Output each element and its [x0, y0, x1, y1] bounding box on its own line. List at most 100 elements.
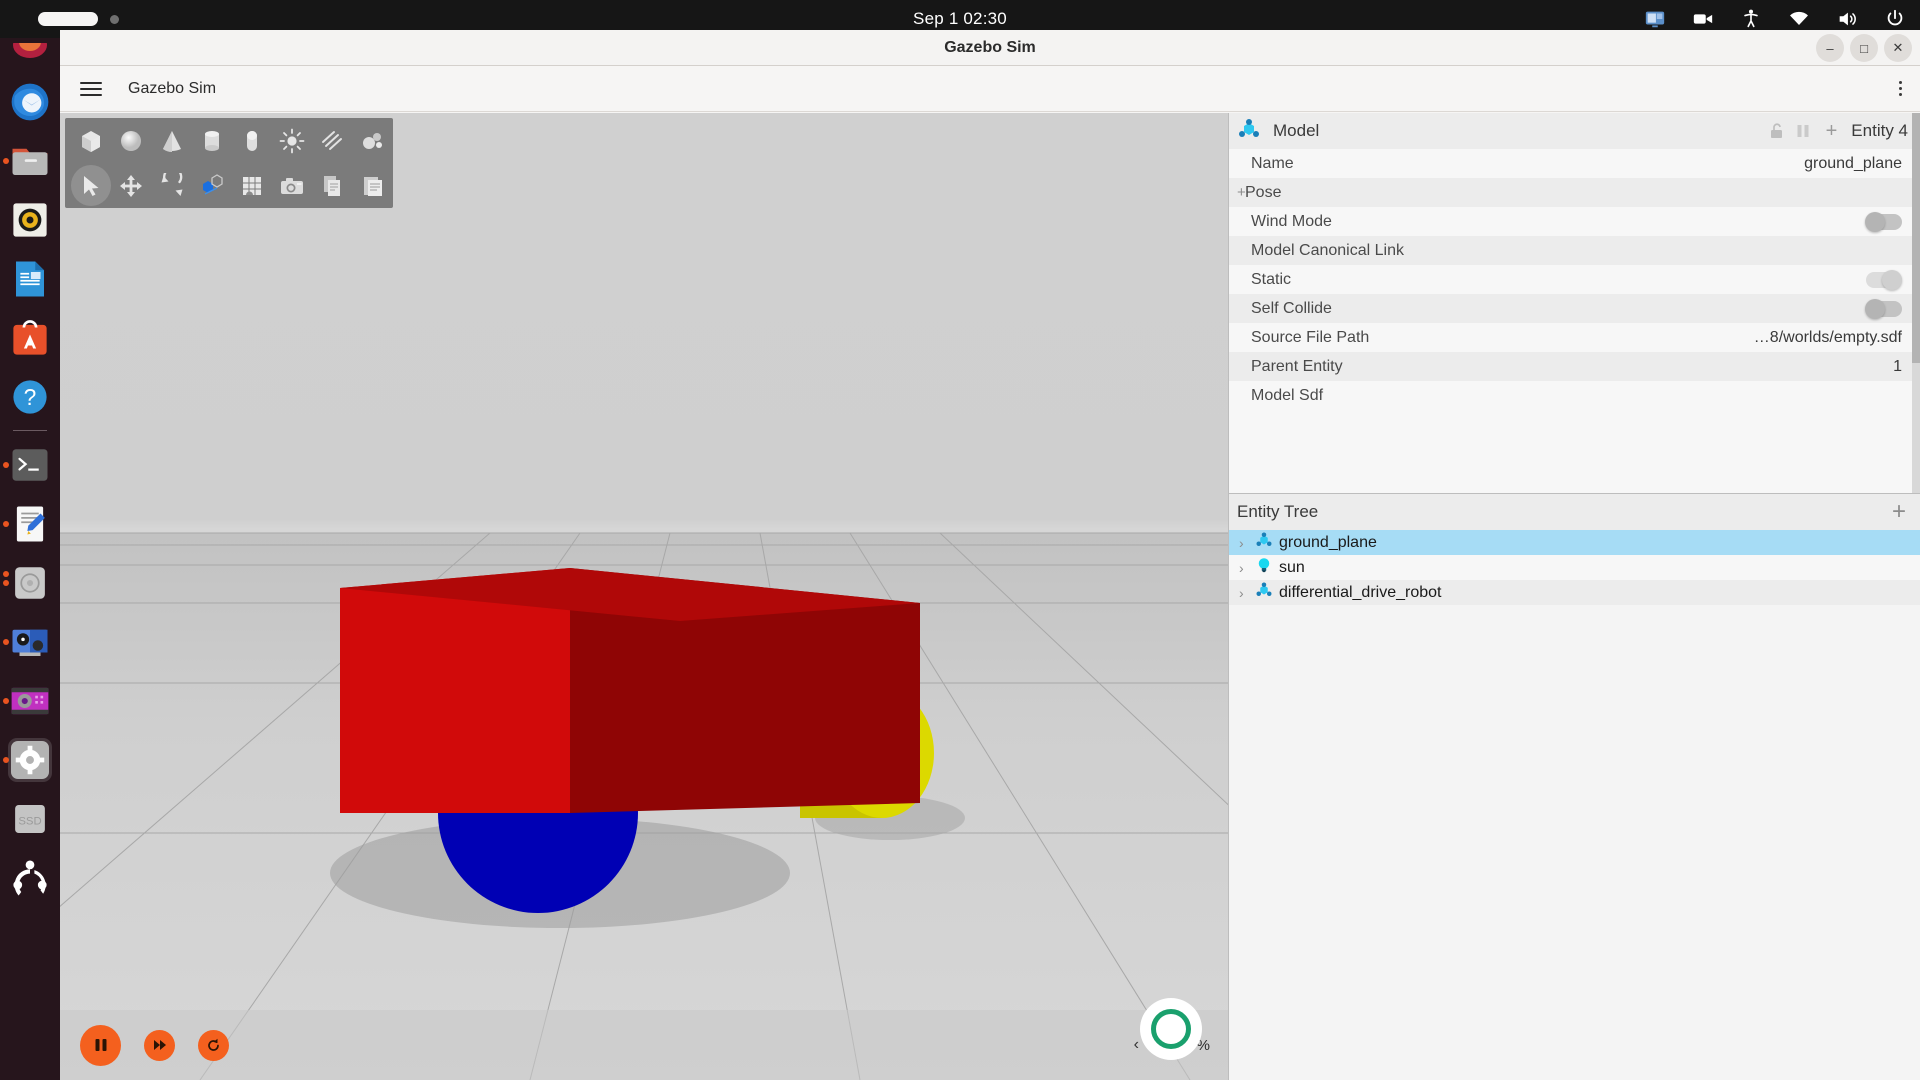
running-indicator: [3, 157, 9, 164]
power-icon[interactable]: [1884, 8, 1906, 30]
entity-tree-title: Entity Tree: [1237, 502, 1319, 521]
grid-icon[interactable]: [232, 165, 272, 206]
thunderbird-icon: [11, 83, 49, 120]
property-row-static[interactable]: Static: [1229, 265, 1920, 294]
entity-tree-item-differential-drive-robot[interactable]: › differential_drive_robot: [1229, 580, 1920, 605]
cylinder-shape-icon[interactable]: [192, 120, 232, 161]
property-row-parent-entity[interactable]: Parent Entity 1: [1229, 352, 1920, 381]
close-button[interactable]: ✕: [1884, 34, 1912, 62]
ubuntu-dock: ? SSD: [0, 38, 60, 1080]
dock-item-terminal[interactable]: [0, 435, 60, 494]
media-player-icon: [12, 629, 48, 656]
add-property-icon[interactable]: +: [1820, 120, 1844, 143]
rotate-icon[interactable]: [152, 165, 192, 206]
property-row-wind-mode[interactable]: Wind Mode: [1229, 207, 1920, 236]
wifi-icon[interactable]: [1788, 8, 1810, 30]
sphere-shape-icon[interactable]: [111, 120, 151, 161]
dock-item-media-player[interactable]: [0, 612, 60, 671]
property-row-model-sdf[interactable]: Model Sdf: [1229, 381, 1920, 410]
expand-icon[interactable]: +: [1229, 184, 1246, 201]
property-label: Wind Mode: [1251, 212, 1332, 230]
hamburger-menu-icon[interactable]: [80, 81, 102, 96]
minimize-button[interactable]: –: [1816, 34, 1844, 62]
render-viewport[interactable]: ‹ 98.32 %: [60, 113, 1228, 1080]
property-label: Self Collide: [1251, 299, 1332, 317]
dock-item-firefox[interactable]: [0, 38, 60, 72]
ellipsoid-icon[interactable]: [313, 120, 353, 161]
maximize-button[interactable]: □: [1850, 34, 1878, 62]
wind-mode-toggle[interactable]: [1865, 211, 1902, 232]
system-clock[interactable]: Sep 1 02:30: [0, 9, 1920, 29]
dock-item-settings[interactable]: [0, 730, 60, 789]
pause-icon[interactable]: [1794, 122, 1812, 140]
window-titlebar[interactable]: Gazebo Sim – □ ✕: [60, 30, 1920, 66]
dock-item-rhythmbox[interactable]: [0, 190, 60, 249]
running-indicator: [3, 697, 9, 704]
camera-icon[interactable]: [1692, 8, 1714, 30]
translate-icon[interactable]: [111, 165, 151, 206]
libreoffice-writer-icon: [16, 261, 44, 296]
model-node-icon: [1237, 117, 1261, 146]
volume-icon[interactable]: [1836, 8, 1858, 30]
box-shape-icon[interactable]: [71, 120, 111, 161]
overflow-menu-icon[interactable]: [1899, 81, 1902, 96]
dock-item-show-applications[interactable]: [0, 848, 60, 907]
screenshot-camera-icon[interactable]: [272, 165, 312, 206]
self-collide-toggle[interactable]: [1865, 298, 1902, 319]
screen-share-icon[interactable]: [1644, 8, 1666, 30]
chevron-right-icon[interactable]: ›: [1239, 535, 1249, 551]
property-label: Model Canonical Link: [1251, 241, 1404, 259]
material-icon[interactable]: [353, 120, 393, 161]
light-bulb-icon[interactable]: [272, 120, 312, 161]
property-label: Model Sdf: [1251, 386, 1324, 404]
static-toggle[interactable]: [1866, 269, 1902, 290]
running-indicator: [3, 520, 9, 527]
entity-tree-item-sun[interactable]: › sun: [1229, 555, 1920, 580]
select-arrow-icon[interactable]: [71, 165, 112, 206]
collapse-status-icon[interactable]: ‹: [1134, 1036, 1139, 1054]
ubuntu-software-icon: [13, 319, 47, 355]
entity-label: sun: [1279, 558, 1305, 576]
paste-icon[interactable]: [353, 165, 393, 206]
dock-item-files[interactable]: [0, 131, 60, 190]
property-label: Pose: [1245, 183, 1282, 201]
dock-item-text-editor[interactable]: [0, 494, 60, 553]
property-row-source-file-path[interactable]: Source File Path …8/worlds/empty.sdf: [1229, 323, 1920, 352]
reset-button[interactable]: [198, 1029, 229, 1061]
accessibility-icon[interactable]: [1740, 8, 1762, 30]
pause-button[interactable]: [80, 1024, 121, 1066]
dock-item-ssd[interactable]: SSD: [0, 789, 60, 848]
entity-tree-item-ground-plane[interactable]: › ground_plane: [1229, 530, 1920, 555]
ubuntu-apps-icon: [13, 860, 47, 895]
cone-shape-icon[interactable]: [152, 120, 192, 161]
model-inspector-title: Model: [1273, 121, 1320, 140]
scale-snap-icon[interactable]: [192, 165, 232, 206]
dock-item-disk-mounter[interactable]: [0, 553, 60, 612]
property-row-name[interactable]: Name ground_plane: [1229, 149, 1920, 178]
property-label: Parent Entity: [1251, 357, 1343, 375]
add-entity-icon[interactable]: +: [1892, 500, 1906, 524]
window-buttons: – □ ✕: [1816, 30, 1912, 66]
scene-grid: [60, 532, 1228, 1080]
step-button[interactable]: [144, 1029, 175, 1061]
property-row-self-collide[interactable]: Self Collide: [1229, 294, 1920, 323]
dock-item-help[interactable]: ?: [0, 367, 60, 426]
dock-item-video-editor[interactable]: [0, 671, 60, 730]
active-app-highlight: [8, 737, 52, 782]
running-indicator: [3, 461, 9, 468]
property-value: …8/worlds/empty.sdf: [1753, 328, 1902, 346]
chevron-right-icon[interactable]: ›: [1239, 585, 1249, 601]
capsule-shape-icon[interactable]: [232, 120, 272, 161]
copy-icon[interactable]: [313, 165, 353, 206]
dock-item-ubuntu-software[interactable]: [0, 308, 60, 367]
chevron-right-icon[interactable]: ›: [1239, 560, 1249, 576]
model-panel-scrollbar[interactable]: [1912, 113, 1920, 493]
property-row-pose[interactable]: + Pose: [1229, 178, 1920, 207]
unlock-icon[interactable]: [1768, 122, 1786, 140]
property-row-model-canonical-link[interactable]: Model Canonical Link: [1229, 236, 1920, 265]
dock-item-thunderbird[interactable]: [0, 72, 60, 131]
scrollbar-thumb[interactable]: [1912, 113, 1920, 363]
property-value: 1: [1893, 357, 1902, 375]
gear-icon: [11, 740, 49, 779]
dock-item-libreoffice[interactable]: [0, 249, 60, 308]
